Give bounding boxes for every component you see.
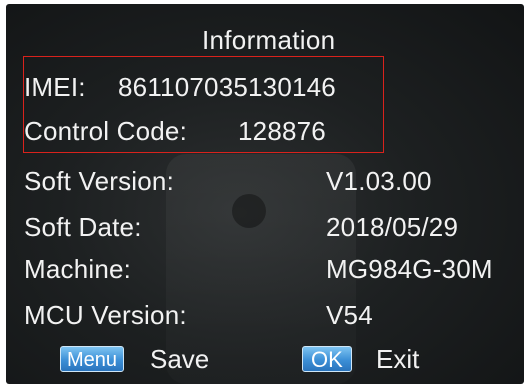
exit-action-label: Exit xyxy=(376,344,420,374)
menu-key-button[interactable]: Menu xyxy=(60,346,125,372)
machine-label: Machine: xyxy=(24,254,132,284)
soft-date-label: Soft Date: xyxy=(24,212,142,242)
imei-value: 861107035130146 xyxy=(118,72,336,102)
control-code-value: 128876 xyxy=(238,116,326,146)
imei-label: IMEI: xyxy=(24,72,86,102)
save-action-label: Save xyxy=(150,344,210,374)
soft-version-label: Soft Version: xyxy=(24,166,175,196)
ok-key-button[interactable]: OK xyxy=(302,346,352,372)
device-screen: Information IMEI: 861107035130146 Contro… xyxy=(6,4,524,384)
control-code-label: Control Code: xyxy=(24,116,188,146)
machine-value: MG984G-30M xyxy=(326,254,493,284)
mcu-version-label: MCU Version: xyxy=(24,300,187,330)
soft-date-value: 2018/05/29 xyxy=(326,212,459,242)
screen-title: Information xyxy=(202,25,336,55)
phone-reflection-lens xyxy=(232,194,266,228)
soft-version-value: V1.03.00 xyxy=(326,166,432,196)
mcu-version-value: V54 xyxy=(326,300,373,330)
